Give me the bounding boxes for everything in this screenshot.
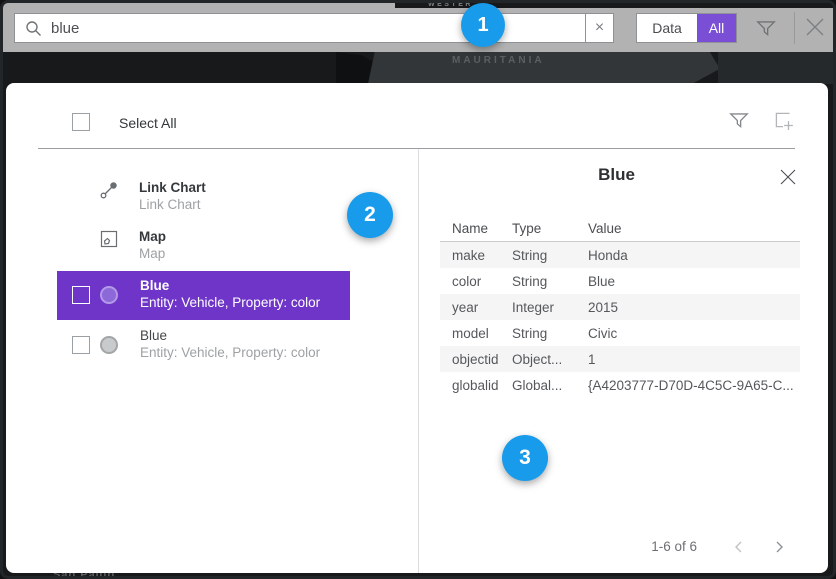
add-to-selection-icon[interactable]: [772, 109, 794, 131]
panel-split-divider: [418, 149, 419, 573]
item-checkbox[interactable]: [72, 336, 90, 354]
cell-value: {A4203777-D70D-4C5C-9A65-C...: [588, 378, 800, 393]
cell-name: make: [440, 248, 512, 263]
table-body: make String Honda color String Blue year…: [440, 242, 800, 398]
list-item-blue-selected[interactable]: Blue Entity: Vehicle, Property: color: [57, 271, 350, 320]
item-subtitle: Map: [139, 246, 165, 261]
cell-value: 1: [588, 352, 800, 367]
item-subtitle: Entity: Vehicle, Property: color: [140, 295, 320, 310]
select-all-checkbox[interactable]: [72, 113, 90, 131]
cell-value: Civic: [588, 326, 800, 341]
cell-type: Global...: [512, 378, 588, 393]
app-window: MAURITANIA São Paulo × Data All: [0, 0, 836, 579]
table-row: make String Honda: [440, 242, 800, 268]
item-subtitle: Entity: Vehicle, Property: color: [140, 345, 320, 360]
callout-badge-2: 2: [347, 192, 393, 238]
cell-type: Integer: [512, 300, 588, 315]
cell-type: String: [512, 326, 588, 341]
detail-title: Blue: [419, 165, 814, 185]
close-icon[interactable]: [802, 14, 828, 40]
cell-name: globalid: [440, 378, 512, 393]
cell-value: Honda: [588, 248, 800, 263]
item-checkbox[interactable]: [72, 286, 90, 304]
entity-dot-icon: [100, 286, 118, 304]
column-header-value: Value: [588, 221, 800, 236]
cell-type: String: [512, 274, 588, 289]
map-label-mauritania: MAURITANIA: [452, 55, 545, 66]
table-row: year Integer 2015: [440, 294, 800, 320]
table-header: Name Type Value: [440, 216, 800, 242]
callout-badge-3: 3: [502, 435, 548, 481]
panel-header-divider: [38, 148, 795, 149]
link-chart-icon: [98, 179, 120, 206]
filter-icon[interactable]: [755, 17, 777, 39]
map-icon: [98, 228, 120, 255]
entity-dot-icon: [100, 336, 118, 354]
cell-value: 2015: [588, 300, 800, 315]
toolbar-divider: [794, 12, 795, 44]
cell-name: year: [440, 300, 512, 315]
previous-page-icon[interactable]: [732, 540, 746, 554]
item-subtitle: Link Chart: [139, 197, 201, 212]
cell-type: Object...: [512, 352, 588, 367]
table-row: model String Civic: [440, 320, 800, 346]
next-page-icon[interactable]: [772, 540, 786, 554]
attribute-table: Name Type Value make String Honda color …: [440, 216, 800, 398]
table-row: objectid Object... 1: [440, 346, 800, 372]
cell-name: objectid: [440, 352, 512, 367]
table-row: color String Blue: [440, 268, 800, 294]
search-results-panel: Select All Link Chart Link: [6, 83, 828, 573]
search-box[interactable]: ×: [14, 13, 614, 43]
detail-close-icon[interactable]: [778, 167, 798, 187]
cell-name: model: [440, 326, 512, 341]
map-top-strip: WESTER: [395, 0, 836, 8]
map-landmass-right: [718, 50, 833, 84]
cell-name: color: [440, 274, 512, 289]
search-mode-toggle: Data All: [636, 13, 737, 43]
mode-all-button[interactable]: All: [697, 14, 736, 42]
select-all-label: Select All: [119, 115, 177, 131]
cell-value: Blue: [588, 274, 800, 289]
table-row: globalid Global... {A4203777-D70D-4C5C-9…: [440, 372, 800, 398]
clear-search-button[interactable]: ×: [585, 14, 613, 42]
pagination-label: 1-6 of 6: [557, 539, 697, 554]
column-header-type: Type: [512, 221, 588, 236]
search-icon: [15, 20, 51, 37]
item-title: Link Chart: [139, 180, 206, 195]
item-title: Blue: [140, 328, 167, 343]
item-title: Blue: [140, 278, 169, 293]
results-filter-icon[interactable]: [728, 109, 750, 131]
search-toolbar: × Data All: [3, 3, 833, 52]
callout-badge-1: 1: [461, 3, 505, 47]
cell-type: String: [512, 248, 588, 263]
mode-data-button[interactable]: Data: [637, 14, 697, 42]
map-label-western: WESTER: [428, 1, 473, 8]
item-title: Map: [139, 229, 166, 244]
column-header-name: Name: [440, 221, 512, 236]
